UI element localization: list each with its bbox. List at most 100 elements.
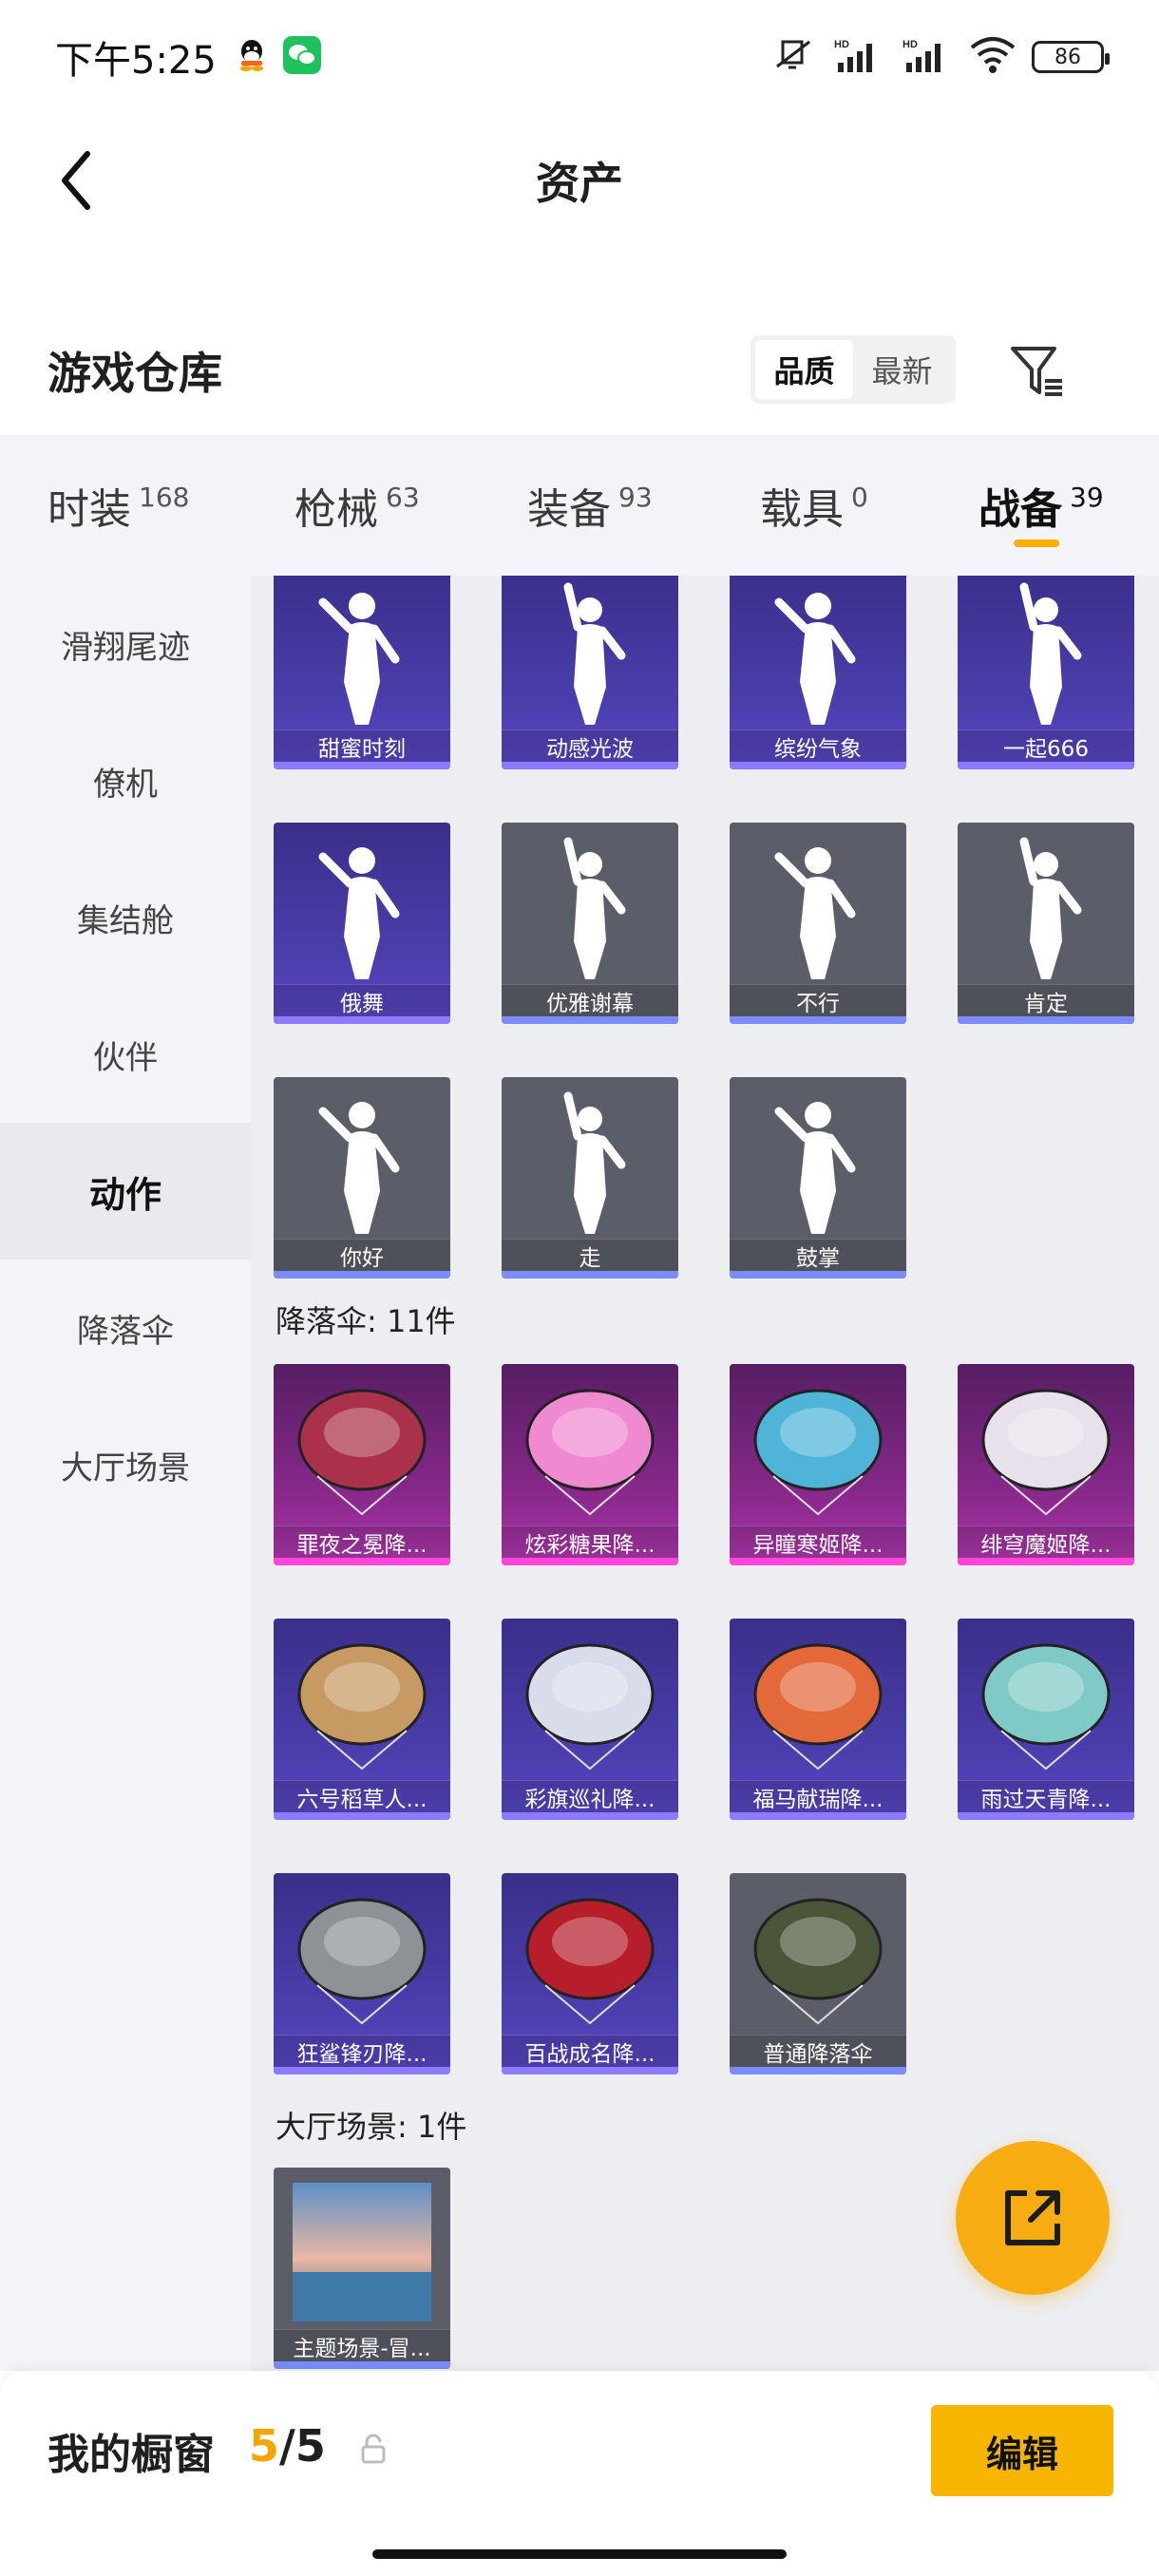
showcase-title: 我的橱窗 xyxy=(48,2431,215,2479)
filter-button[interactable] xyxy=(999,338,1075,405)
parachute-icon xyxy=(502,1364,678,1525)
wechat-icon xyxy=(282,36,321,78)
emote-card[interactable]: 优雅谢幕 xyxy=(502,823,678,1024)
parachute-icon xyxy=(958,1364,1134,1525)
emote-name: 甜蜜时刻 xyxy=(274,729,450,762)
home-indicator xyxy=(372,2549,787,2559)
parachute-card[interactable]: 普通降落伞 xyxy=(730,1873,906,2074)
parachute-card[interactable]: 狂鲨锋刃降... xyxy=(274,1873,450,2074)
sidebar-item-lobby-scene[interactable]: 大厅场景 xyxy=(0,1396,251,1533)
wifi-icon xyxy=(969,36,1016,78)
share-fab[interactable] xyxy=(956,2141,1110,2295)
emote-name: 不行 xyxy=(730,984,906,1016)
parachute-name: 雨过天青降... xyxy=(958,1780,1134,1812)
rarity-bar xyxy=(958,1812,1134,1820)
status-bar: 下午5:25 HD HD 86 xyxy=(0,0,1159,114)
qq-icon xyxy=(238,38,266,76)
parachute-name: 罪夜之冕降... xyxy=(274,1525,450,1558)
parachute-card[interactable]: 彩旗巡礼降... xyxy=(502,1619,678,1820)
tab-firearms[interactable]: 枪械 63 xyxy=(294,435,420,576)
parachute-icon xyxy=(730,1364,906,1525)
emote-card[interactable]: 缤纷气象 xyxy=(730,576,906,769)
emote-figure-icon xyxy=(502,576,678,729)
sidebar-item-assembly-pod[interactable]: 集结舱 xyxy=(0,849,251,986)
rarity-bar xyxy=(274,2361,450,2369)
parachute-card[interactable]: 绯穹魔姬降... xyxy=(958,1364,1134,1565)
parachute-name: 绯穹魔姬降... xyxy=(958,1525,1134,1558)
emote-card[interactable]: 肯定 xyxy=(958,823,1134,1024)
parachute-card[interactable]: 炫彩糖果降... xyxy=(502,1364,678,1565)
filter-icon xyxy=(1011,347,1062,396)
external-link-icon xyxy=(1005,2190,1060,2245)
rarity-bar xyxy=(274,1558,450,1565)
parachute-name: 六号稻草人... xyxy=(274,1780,450,1812)
lock-icon xyxy=(361,2434,386,2464)
parachute-name: 福马献瑞降... xyxy=(730,1780,906,1812)
tab-equipment[interactable]: 装备 93 xyxy=(527,435,653,576)
parachute-card[interactable]: 百战成名降... xyxy=(502,1873,678,2074)
battery-icon: 86 xyxy=(1032,41,1110,73)
sort-newest-button[interactable]: 最新 xyxy=(853,340,951,399)
edit-button[interactable]: 编辑 xyxy=(931,2405,1113,2496)
sidebar-item-companion[interactable]: 伙伴 xyxy=(0,986,251,1123)
parachute-section-title: 降落伞: 11件 xyxy=(276,1303,456,1339)
tab-vehicles[interactable]: 载具 0 xyxy=(760,435,868,576)
tab-war-prep[interactable]: 战备 39 xyxy=(978,435,1104,576)
item-grid: 甜蜜时刻 动感光波 缤纷气象 一起666 俄舞 优雅谢幕 不行 肯定你好 走 鼓掌 降落伞: 11… xyxy=(251,576,1159,2371)
rarity-bar xyxy=(274,1016,450,1024)
parachute-icon xyxy=(958,1619,1134,1780)
emote-card[interactable]: 俄舞 xyxy=(274,823,450,1024)
sort-quality-button[interactable]: 品质 xyxy=(755,340,853,399)
parachute-icon xyxy=(502,1873,678,2035)
lobby-card[interactable]: 主题场景-冒... xyxy=(274,2168,450,2369)
emote-card[interactable]: 甜蜜时刻 xyxy=(274,576,450,769)
rarity-bar xyxy=(274,1271,450,1279)
emote-card[interactable]: 动感光波 xyxy=(502,576,678,769)
emote-card[interactable]: 不行 xyxy=(730,823,906,1024)
back-button[interactable] xyxy=(38,142,114,218)
emote-figure-icon xyxy=(502,823,678,984)
parachute-card[interactable]: 六号稻草人... xyxy=(274,1619,450,1820)
parachute-card[interactable]: 罪夜之冕降... xyxy=(274,1364,450,1565)
parachute-name: 百战成名降... xyxy=(502,2035,678,2067)
parachute-icon xyxy=(274,1873,450,2035)
chevron-left-icon xyxy=(62,151,90,210)
rarity-bar xyxy=(730,1271,906,1279)
rarity-bar xyxy=(730,762,906,769)
rarity-bar xyxy=(502,1558,678,1565)
emote-name: 优雅谢幕 xyxy=(502,984,678,1016)
emote-card[interactable]: 走 xyxy=(502,1077,678,1279)
rarity-bar xyxy=(274,2067,450,2074)
rarity-bar xyxy=(958,1016,1134,1024)
showcase-bar: 我的橱窗 5/5 编辑 xyxy=(0,2371,1159,2576)
page-title: 资产 xyxy=(536,158,623,209)
emote-name: 缤纷气象 xyxy=(730,729,906,762)
parachute-card[interactable]: 雨过天青降... xyxy=(958,1619,1134,1820)
svg-text:HD: HD xyxy=(902,39,918,50)
parachute-icon xyxy=(730,1873,906,2035)
sidebar-item-parachutes[interactable]: 降落伞 xyxy=(0,1260,251,1396)
parachute-card[interactable]: 异瞳寒姬降... xyxy=(730,1364,906,1565)
rarity-bar xyxy=(730,1016,906,1024)
scene-thumbnail xyxy=(274,2168,450,2329)
parachute-card[interactable]: 福马献瑞降... xyxy=(730,1619,906,1820)
emote-card[interactable]: 一起666 xyxy=(958,576,1134,769)
emote-figure-icon xyxy=(958,823,1134,984)
tab-fashion[interactable]: 时装 168 xyxy=(48,435,189,576)
emote-card[interactable]: 鼓掌 xyxy=(730,1077,906,1279)
rarity-bar xyxy=(730,1812,906,1820)
rarity-bar xyxy=(730,1558,906,1565)
sidebar-item-glide-trail[interactable]: 滑翔尾迹 xyxy=(0,576,251,712)
sidebar: 滑翔尾迹 僚机 集结舱 伙伴 动作 降落伞 大厅场景 xyxy=(0,576,251,2371)
parachute-icon xyxy=(502,1619,678,1780)
sidebar-item-emotes[interactable]: 动作 xyxy=(0,1123,251,1260)
lobby-name: 主题场景-冒... xyxy=(274,2329,450,2361)
sort-toggle: 品质 最新 xyxy=(750,335,956,404)
battery-level: 86 xyxy=(1054,45,1081,69)
showcase-count: 5/5 xyxy=(249,2420,326,2472)
sidebar-item-wingman[interactable]: 僚机 xyxy=(0,712,251,849)
status-time: 下午5:25 xyxy=(55,39,217,83)
emote-figure-icon xyxy=(274,823,450,984)
emote-card[interactable]: 你好 xyxy=(274,1077,450,1279)
emote-figure-icon xyxy=(958,576,1134,729)
